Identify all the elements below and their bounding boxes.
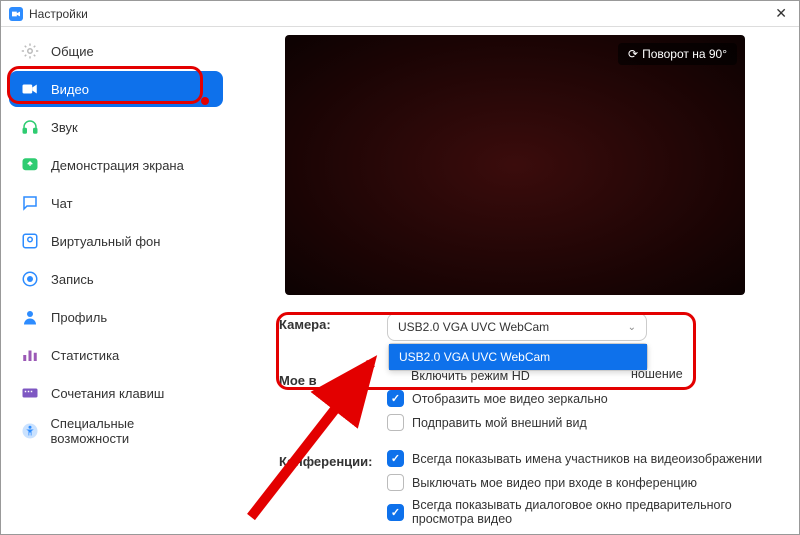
checkbox-icon [387, 390, 404, 407]
sidebar-item-audio[interactable]: Звук [9, 109, 223, 145]
rotate-button[interactable]: ⟳ Поворот на 90° [618, 43, 737, 65]
rotate-label: Поворот на 90° [642, 47, 727, 61]
camera-option[interactable]: USB2.0 VGA UVC WebCam [389, 344, 647, 370]
chat-icon [19, 192, 41, 214]
share-screen-icon [19, 154, 41, 176]
headphones-icon [19, 116, 41, 138]
close-button[interactable]: ✕ [771, 5, 791, 22]
meetings-label: Конференции: [279, 450, 387, 469]
keyboard-icon [19, 382, 41, 404]
sidebar-item-profile[interactable]: Профиль [9, 299, 223, 335]
window-title: Настройки [29, 7, 88, 21]
my-video-label: Мое в [279, 369, 387, 388]
sidebar-item-label: Звук [51, 120, 78, 135]
sidebar-item-stats[interactable]: Статистика [9, 337, 223, 373]
settings-panel: Камера: USB2.0 VGA UVC WebCam ⌄ USB2.0 V… [249, 313, 781, 533]
sidebar-item-background[interactable]: Виртуальный фон [9, 223, 223, 259]
sidebar-item-label: Демонстрация экрана [51, 158, 184, 173]
checkbox-hd[interactable]: Включить режим HD [411, 369, 781, 383]
app-icon [9, 7, 23, 21]
checkbox-show-names[interactable]: Всегда показывать имена участников на ви… [387, 450, 781, 467]
meetings-row: Конференции: Всегда показывать имена уча… [279, 450, 781, 533]
sidebar-item-label: Видео [51, 82, 89, 97]
video-icon [19, 78, 41, 100]
accessibility-icon [19, 420, 41, 442]
camera-label: Камера: [279, 313, 387, 332]
sidebar: Общие Видео Звук Демонстрация экрана Чат… [1, 27, 231, 534]
checkbox-icon [387, 414, 404, 431]
sidebar-item-general[interactable]: Общие [9, 33, 223, 69]
sidebar-item-label: Профиль [51, 310, 107, 325]
checkbox-icon [387, 504, 404, 521]
content: ⟳ Поворот на 90° Камера: USB2.0 VGA UVC … [231, 27, 799, 534]
profile-icon [19, 306, 41, 328]
sidebar-item-label: Виртуальный фон [51, 234, 160, 249]
sidebar-item-label: Запись [51, 272, 94, 287]
camera-dropdown: USB2.0 VGA UVC WebCam [388, 343, 648, 371]
my-video-row: Мое в Включить режим HD Отобразить мое в… [279, 369, 781, 438]
video-preview: ⟳ Поворот на 90° [285, 35, 745, 295]
sidebar-item-recording[interactable]: Запись [9, 261, 223, 297]
sidebar-item-share[interactable]: Демонстрация экрана [9, 147, 223, 183]
chevron-down-icon: ⌄ [628, 322, 636, 333]
sidebar-item-accessibility[interactable]: Специальные возможности [9, 413, 223, 449]
aspect-ratio-tail: ношение [631, 367, 683, 381]
sidebar-item-label: Сочетания клавиш [51, 386, 164, 401]
sidebar-item-chat[interactable]: Чат [9, 185, 223, 221]
stats-icon [19, 344, 41, 366]
camera-select[interactable]: USB2.0 VGA UVC WebCam ⌄ USB2.0 VGA UVC W… [387, 313, 647, 341]
checkbox-icon [387, 474, 404, 491]
camera-row: Камера: USB2.0 VGA UVC WebCam ⌄ USB2.0 V… [279, 313, 781, 341]
camera-selected-value: USB2.0 VGA UVC WebCam [398, 320, 549, 334]
sidebar-item-video[interactable]: Видео [9, 71, 223, 107]
sidebar-item-shortcuts[interactable]: Сочетания клавиш [9, 375, 223, 411]
main: Общие Видео Звук Демонстрация экрана Чат… [1, 27, 799, 534]
gear-icon [19, 40, 41, 62]
checkbox-touchup[interactable]: Подправить мой внешний вид [387, 414, 781, 431]
sidebar-item-label: Специальные возможности [51, 416, 213, 446]
sidebar-item-label: Общие [51, 44, 94, 59]
checkbox-show-dialog[interactable]: Всегда показывать диалоговое окно предва… [387, 498, 781, 526]
background-icon [19, 230, 41, 252]
sidebar-item-label: Статистика [51, 348, 119, 363]
titlebar: Настройки ✕ [1, 1, 799, 27]
record-icon [19, 268, 41, 290]
sidebar-item-label: Чат [51, 196, 73, 211]
checkbox-icon [387, 450, 404, 467]
checkbox-mute-join[interactable]: Выключать мое видео при входе в конферен… [387, 474, 781, 491]
rotate-icon: ⟳ [628, 47, 638, 61]
checkbox-mirror[interactable]: Отобразить мое видео зеркально [387, 390, 781, 407]
